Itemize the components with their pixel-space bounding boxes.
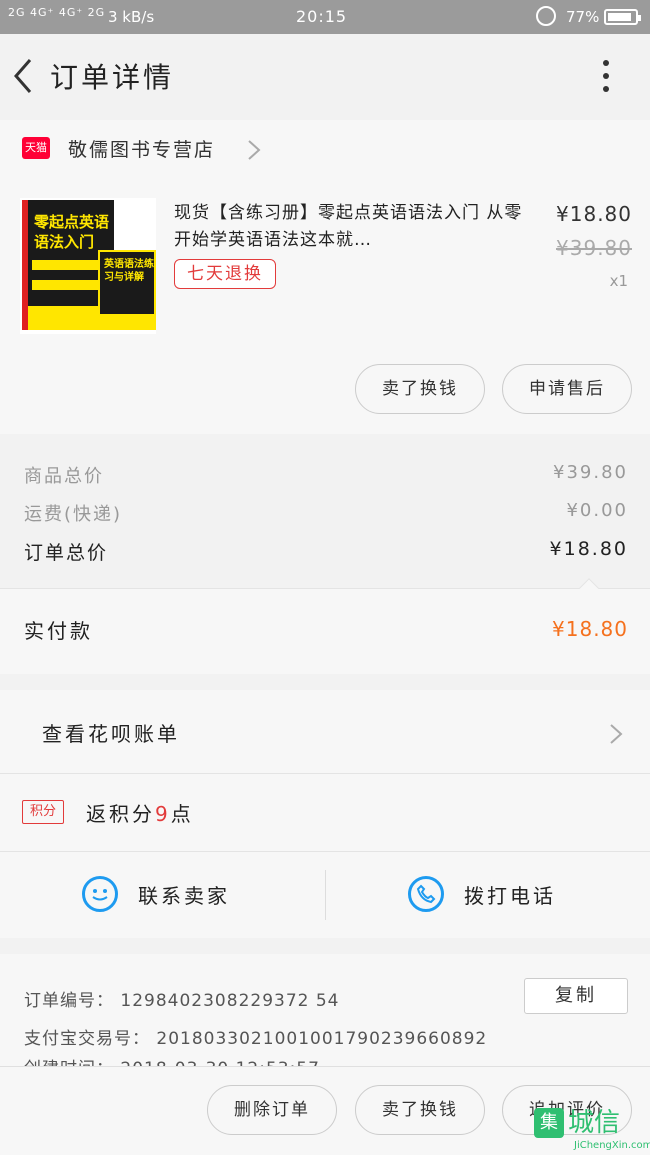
call-phone-label: 拨打电话: [464, 883, 556, 908]
order-total-label: 订单总价: [24, 542, 109, 564]
delete-order-button[interactable]: 删除订单: [207, 1085, 337, 1135]
order-number: 订单编号： 1298402308229372 54: [24, 991, 340, 1011]
contact-seller-button[interactable]: 联系卖家: [82, 876, 230, 912]
goods-total-label: 商品总价: [24, 466, 104, 487]
watermark-logo: 集 城信 JiChengXin.com: [534, 1104, 650, 1155]
goods-total-value: ¥39.80: [553, 462, 628, 483]
points-tag: 积分: [22, 800, 64, 824]
order-total-value: ¥18.80: [549, 538, 628, 560]
copy-button[interactable]: 复制: [524, 978, 628, 1014]
network-speed: 3 kB/s: [108, 8, 155, 26]
huabei-label: 查看花呗账单: [42, 722, 180, 746]
header: 订单详情: [0, 34, 650, 120]
phone-icon: [408, 876, 444, 912]
sell-exchange-button[interactable]: 卖了换钱: [355, 364, 485, 414]
created-time: 创建时间： 2018-03-30 12:53:57: [24, 1054, 320, 1066]
call-phone-button[interactable]: 拨打电话: [408, 876, 556, 912]
after-sale-button[interactable]: 申请售后: [502, 364, 632, 414]
points-row: 积分 返积分9点: [0, 774, 650, 852]
return-policy-badge: 七天退换: [174, 259, 276, 289]
product-price: ¥18.80: [556, 202, 632, 226]
contact-seller-label: 联系卖家: [138, 883, 230, 908]
sell-exchange-button[interactable]: 卖了换钱: [355, 1085, 485, 1135]
more-options-icon[interactable]: [596, 60, 616, 100]
alipay-trade-number: 支付宝交易号： 2018033021001001790239660892: [24, 1029, 488, 1049]
rotation-lock-icon: [536, 6, 556, 26]
chevron-right-icon: [608, 722, 624, 750]
tmall-logo-icon: 天猫: [22, 137, 50, 159]
actual-paid-row: 实付款 ¥18.80: [0, 578, 650, 674]
product-original-price: ¥39.80: [556, 236, 632, 260]
book-cover-workbook: 英语语法练习与详解: [98, 250, 156, 330]
page-title: 订单详情: [50, 61, 175, 94]
chevron-right-icon: [246, 138, 262, 166]
product-quantity: x1: [609, 272, 628, 290]
clock: 20:15: [296, 7, 348, 26]
product-thumbnail[interactable]: 零起点英语语法入门 英语语法练习与详解: [20, 198, 156, 334]
back-arrow-icon[interactable]: [10, 56, 40, 96]
paid-label: 实付款: [24, 619, 93, 643]
battery-icon: [604, 9, 641, 25]
points-count: 9: [155, 802, 171, 826]
battery-percent: 77%: [566, 8, 600, 26]
chat-icon: [82, 876, 118, 912]
shipping-value: ¥0.00: [566, 500, 628, 521]
store-name: 敬儒图书专营店: [68, 139, 216, 161]
contact-row: 联系卖家 拨打电话: [0, 852, 650, 938]
status-bar: 2G 4G⁺ 4G⁺ 2G 3 kB/s 20:15 77%: [0, 0, 650, 34]
store-row[interactable]: 天猫 敬儒图书专营店: [0, 120, 650, 186]
product-card: 零起点英语语法入门 英语语法练习与详解 现货【含练习册】零起点英语语法入门 从零…: [0, 186, 650, 434]
product-title[interactable]: 现货【含练习册】零起点英语语法入门 从零开始学英语语法这本就…: [174, 200, 524, 254]
book-cover-title-2: 英语语法练习与详解: [104, 259, 154, 283]
huabei-bill-row[interactable]: 查看花呗账单: [0, 690, 650, 774]
points-text: 返积分9点: [86, 802, 194, 826]
book-cover-title-1: 零起点英语语法入门: [34, 213, 110, 251]
order-info: 订单编号： 1298402308229372 54 支付宝交易号： 201803…: [0, 954, 650, 1066]
price-summary: 商品总价 ¥39.80 运费(快递) ¥0.00 订单总价 ¥18.80: [0, 434, 650, 588]
paid-value: ¥18.80: [552, 617, 628, 641]
shipping-label: 运费(快递): [24, 504, 123, 525]
signal-icon: 2G 4G⁺ 4G⁺ 2G: [8, 6, 106, 19]
